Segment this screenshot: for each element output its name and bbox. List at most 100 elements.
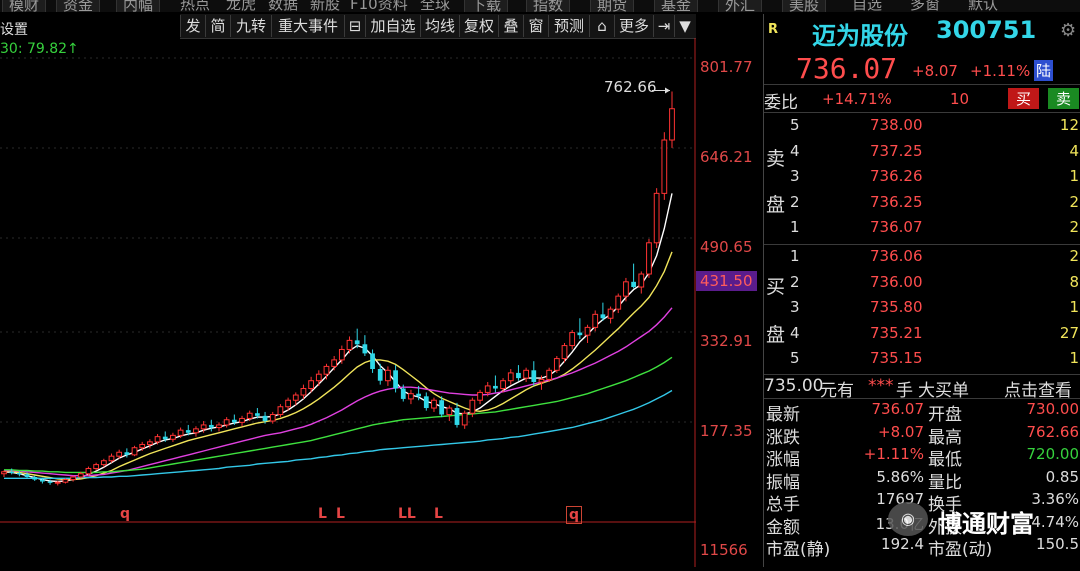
candle-body	[477, 391, 483, 401]
menu-item-16[interactable]: 多窗	[910, 0, 940, 12]
event-marker-ll[interactable]: LL	[398, 506, 416, 522]
menu-item-9[interactable]: 下载	[464, 0, 509, 12]
candle	[669, 91, 675, 148]
buy-button[interactable]: 买	[1008, 88, 1040, 109]
menu-item-7[interactable]: F10资料	[350, 0, 408, 12]
candle	[446, 405, 453, 422]
event-marker-l3[interactable]: L	[434, 506, 443, 522]
stat-label: 涨跌	[766, 427, 800, 448]
toolbar-jiuzhuan[interactable]: 九转	[230, 15, 271, 37]
toolbar-expand-icon[interactable]: ⇥	[653, 15, 674, 37]
candle-body	[354, 340, 360, 345]
gear-icon[interactable]: ⚙	[1060, 20, 1076, 41]
candle-body	[393, 370, 398, 389]
level-price: 738.00	[870, 116, 923, 134]
divider-4	[764, 374, 1080, 375]
toolbar-adjust[interactable]: 复权	[459, 15, 498, 37]
candle-body	[423, 396, 429, 409]
weibi-value: +14.71%	[822, 90, 892, 108]
candle-body	[516, 372, 521, 379]
candle-body	[223, 419, 230, 426]
watermark-text: 博通财富	[938, 510, 1034, 538]
candle	[70, 475, 76, 482]
menu-item-10[interactable]: 指数	[526, 0, 571, 12]
menu-item-6[interactable]: 新股	[310, 0, 340, 12]
toolbar-add-watchlist[interactable]: 加自选	[365, 15, 420, 37]
toolbar-lock-icon[interactable]: ⌂	[589, 15, 614, 37]
menu-item-11[interactable]: 期货	[590, 0, 635, 12]
candle-body	[62, 479, 69, 483]
price-change-pct: +1.11%	[970, 62, 1031, 80]
toolbar-more[interactable]: 更多	[614, 15, 653, 37]
candle-body	[469, 399, 476, 414]
menu-item-13[interactable]: 外汇	[718, 0, 763, 12]
candle-body	[338, 348, 345, 361]
candle-body	[231, 419, 237, 423]
toolbar-forecast[interactable]: 预测	[548, 15, 589, 37]
current-price-marker: 431.50	[696, 271, 757, 291]
axis-label-2: 490.65	[700, 238, 753, 256]
menu-item-12[interactable]: 基金	[654, 0, 699, 12]
level-number: 3	[790, 298, 800, 316]
candle	[131, 445, 138, 457]
level-price: 736.25	[870, 192, 923, 211]
toolbar-major-events[interactable]: 重大事件	[271, 15, 344, 37]
candle-body	[147, 441, 153, 445]
toolbar-fa[interactable]: 发	[180, 15, 205, 37]
menu-item-2[interactable]: 内幅	[116, 0, 161, 12]
menu-item-8[interactable]: 全球	[420, 0, 450, 12]
menu-item-17[interactable]: 默认	[968, 0, 998, 12]
candle	[362, 335, 368, 356]
sell-button[interactable]: 卖	[1048, 88, 1080, 109]
candle-body	[331, 359, 338, 367]
stock-name: 迈为股份	[812, 22, 908, 50]
menu-item-4[interactable]: 龙虎	[226, 0, 256, 12]
candle-body	[32, 476, 38, 480]
candle-body	[431, 399, 437, 409]
big-order-stars: ***	[868, 376, 894, 396]
toolbar-window[interactable]: 窗	[523, 15, 548, 37]
candle-body	[85, 468, 92, 475]
quote-panel: R 迈为股份 300751 ⚙ 736.07 +8.07 +1.11% 陆 委比…	[763, 14, 1080, 567]
toolbar-jian[interactable]: 简	[205, 15, 230, 37]
menu-item-0[interactable]: 模财	[2, 0, 47, 12]
candle	[216, 422, 222, 432]
stat-value: 736.07	[871, 400, 925, 418]
candle-body	[208, 424, 214, 428]
candle-body	[631, 281, 636, 288]
candle-body	[446, 407, 453, 416]
sell-side-label-2: 盘	[766, 194, 786, 216]
toolbar-ma[interactable]: 均线	[420, 15, 459, 37]
candle	[600, 302, 606, 321]
candle-body	[346, 339, 353, 350]
candle-body	[561, 345, 568, 360]
candle-body	[40, 479, 45, 482]
candle	[493, 375, 498, 393]
toolbar-overlay[interactable]: 叠	[498, 15, 523, 37]
toolbar-collapse-icon[interactable]: ⊟	[344, 15, 365, 37]
chart-setting-label[interactable]: 设置	[0, 19, 28, 39]
menu-item-14[interactable]: 美股	[782, 0, 827, 12]
menu-item-3[interactable]: 热点	[180, 0, 210, 12]
candle-body	[553, 358, 560, 371]
kline-chart[interactable]: 801.77 646.21 490.65 431.50 332.91 177.3…	[0, 38, 757, 567]
level-number: 1	[790, 247, 800, 265]
toolbar-dropdown-icon[interactable]: ▼	[674, 15, 695, 37]
candle-body	[93, 464, 100, 470]
event-marker-l2[interactable]: L	[336, 506, 345, 522]
event-marker-q2[interactable]: q	[566, 506, 583, 524]
menu-item-5[interactable]: 数据	[268, 0, 298, 12]
menu-item-1[interactable]: 资金	[56, 0, 101, 12]
level-price: 735.21	[870, 323, 923, 342]
candle-body	[653, 192, 660, 244]
peak-arrow-head	[665, 87, 670, 94]
candle-body	[24, 474, 30, 477]
ma-line-1	[3, 251, 673, 481]
top-menu-bar: 模财 资金 内幅 热点 龙虎 数据 新股 F10资料 全球 下载 指数 期货 基…	[0, 0, 1080, 12]
event-marker-l1[interactable]: L	[318, 506, 327, 522]
candle-body	[70, 476, 76, 481]
stat-value: 0.85	[1045, 467, 1079, 486]
menu-item-15[interactable]: 自选	[852, 0, 882, 12]
candle-body	[177, 429, 184, 436]
event-marker-q1[interactable]: q	[120, 506, 130, 522]
